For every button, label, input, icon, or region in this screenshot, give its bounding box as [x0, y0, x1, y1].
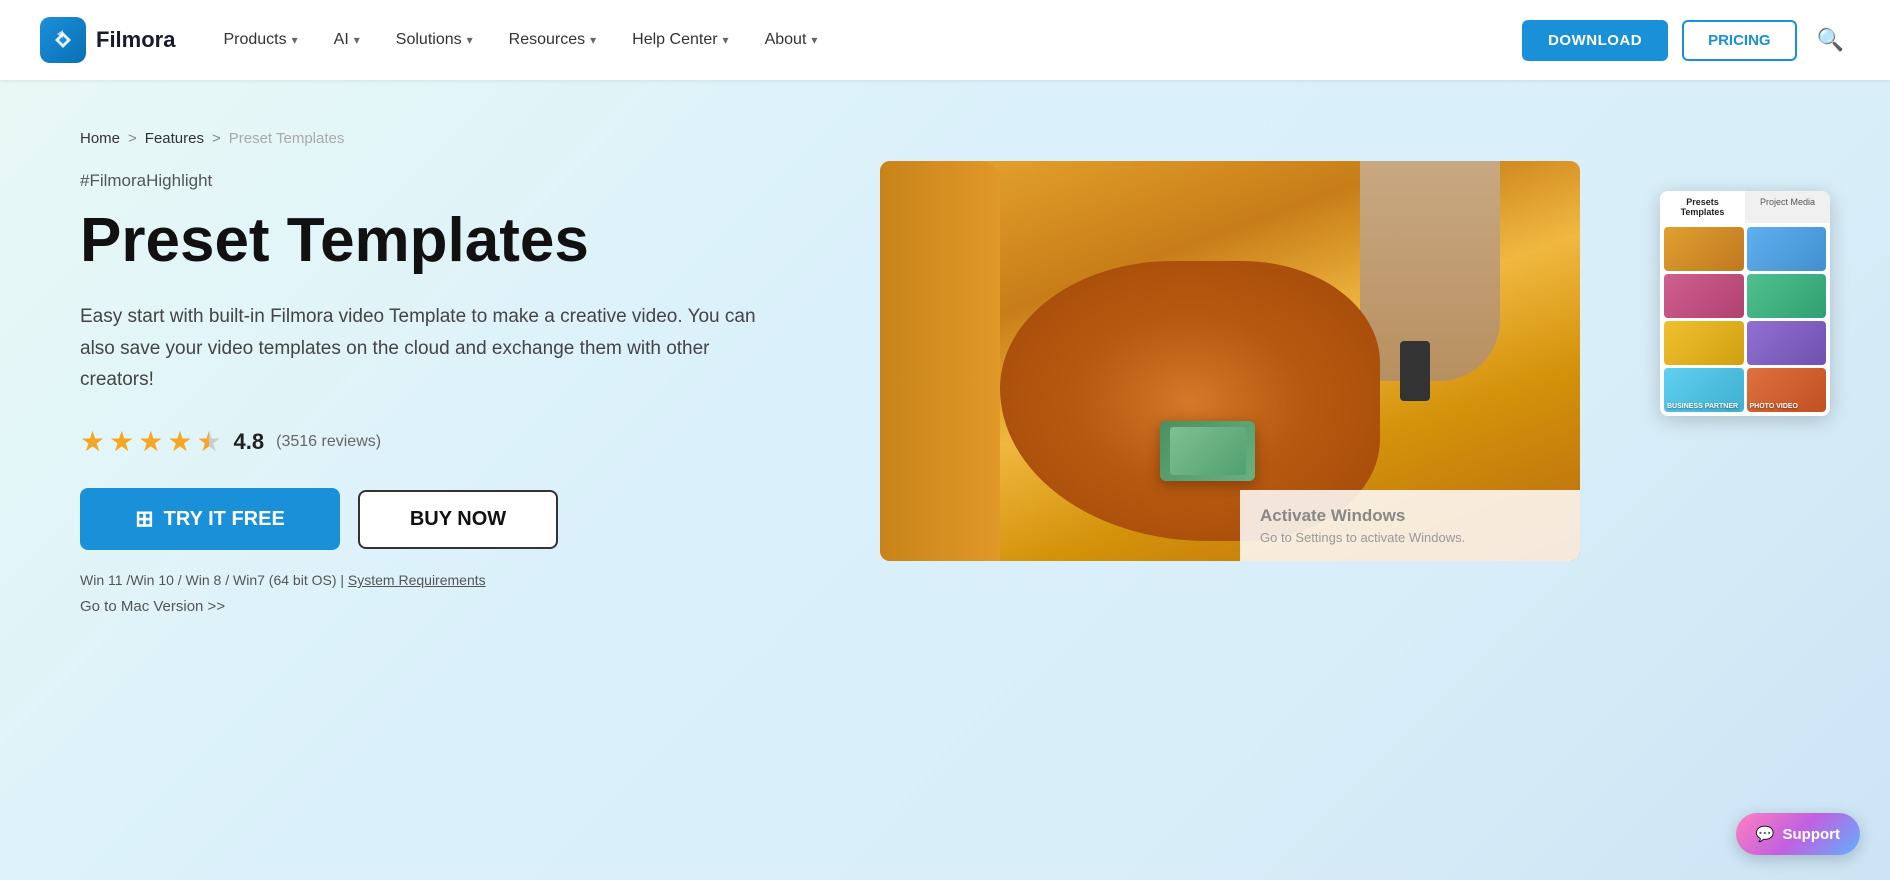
- support-chat-button[interactable]: 💬 Support: [1736, 813, 1860, 855]
- search-button[interactable]: 🔍: [1811, 21, 1850, 59]
- header: Filmora Products ▾ AI ▾ Solutions ▾ Reso…: [0, 0, 1890, 80]
- cell-8-label: PHOTO VIDEO: [1750, 403, 1799, 410]
- chevron-down-icon: ▾: [590, 33, 596, 47]
- logo-icon: [40, 17, 86, 63]
- panel-cell-3[interactable]: [1664, 274, 1744, 318]
- panel-tab-presets[interactable]: Presets Templates: [1660, 191, 1745, 223]
- buy-now-button[interactable]: BUY NOW: [358, 490, 558, 549]
- panel-cell-5[interactable]: [1664, 321, 1744, 365]
- activate-windows-overlay: Activate Windows Go to Settings to activ…: [1240, 490, 1580, 561]
- hero-image: Activate Windows Go to Settings to activ…: [880, 161, 1580, 561]
- rating-count: (3516 reviews): [276, 433, 381, 451]
- rating-score: 4.8: [234, 429, 265, 455]
- cell-7-label: BUSINESS PARTNER: [1667, 403, 1738, 410]
- nav-products-label: Products: [223, 31, 286, 49]
- ui-panel-tabs: Presets Templates Project Media: [1660, 191, 1830, 223]
- hero-content: #FilmoraHighlight Preset Templates Easy …: [80, 161, 1810, 615]
- thumbnail-inner: [1170, 427, 1246, 475]
- panel-cell-2[interactable]: [1747, 227, 1827, 271]
- main-nav: Products ▾ AI ▾ Solutions ▾ Resources ▾ …: [205, 0, 1522, 80]
- logo-area[interactable]: Filmora: [40, 17, 175, 63]
- panel-cell-8[interactable]: PHOTO VIDEO: [1747, 368, 1827, 412]
- hero-section: Home > Features > Preset Templates #Film…: [0, 80, 1890, 880]
- support-chat-icon: 💬: [1756, 825, 1775, 843]
- hero-hashtag: #FilmoraHighlight: [80, 171, 820, 191]
- nav-resources-label: Resources: [509, 31, 585, 49]
- nav-help-center-label: Help Center: [632, 31, 717, 49]
- breadcrumb: Home > Features > Preset Templates: [80, 130, 1810, 147]
- nav-ai-label: AI: [334, 31, 349, 49]
- panel-grid: BUSINESS PARTNER PHOTO VIDEO: [1660, 223, 1830, 416]
- star-half: ★: [196, 425, 221, 458]
- breadcrumb-features[interactable]: Features: [145, 130, 204, 147]
- activate-windows-subtitle: Go to Settings to activate Windows.: [1260, 530, 1560, 545]
- windows-icon: ⊞: [135, 506, 153, 532]
- chevron-down-icon: ▾: [723, 33, 729, 47]
- person-arm-decoration: [1360, 161, 1500, 381]
- hero-right: Activate Windows Go to Settings to activ…: [880, 161, 1810, 581]
- system-requirements-link[interactable]: System Requirements: [348, 572, 486, 588]
- nav-products[interactable]: Products ▾: [205, 0, 315, 80]
- hero-left: #FilmoraHighlight Preset Templates Easy …: [80, 161, 820, 615]
- support-chat-label: Support: [1783, 826, 1841, 843]
- hero-description: Easy start with built-in Filmora video T…: [80, 301, 760, 395]
- hero-title: Preset Templates: [80, 207, 820, 275]
- star-4: ★: [167, 425, 192, 458]
- mac-version-link[interactable]: Go to Mac Version >>: [80, 598, 820, 615]
- star-2: ★: [109, 425, 134, 458]
- nav-resources[interactable]: Resources ▾: [491, 0, 615, 80]
- star-1: ★: [80, 425, 105, 458]
- nav-help-center[interactable]: Help Center ▾: [614, 0, 746, 80]
- chevron-down-icon: ▾: [354, 33, 360, 47]
- nav-about[interactable]: About ▾: [747, 0, 836, 80]
- logo-text: Filmora: [96, 27, 175, 53]
- sofa-decoration: [880, 161, 1000, 561]
- breadcrumb-current: Preset Templates: [229, 130, 345, 147]
- breadcrumb-sep: >: [128, 130, 137, 147]
- header-actions: DOWNLOAD PRICING 🔍: [1522, 20, 1850, 61]
- search-icon: 🔍: [1817, 27, 1844, 52]
- nav-about-label: About: [765, 31, 807, 49]
- cta-row: ⊞ TRY IT FREE BUY NOW: [80, 488, 820, 550]
- try-free-label: TRY IT FREE: [164, 508, 285, 531]
- star-3: ★: [138, 425, 163, 458]
- system-requirements-text: Win 11 /Win 10 / Win 8 / Win7 (64 bit OS…: [80, 572, 820, 588]
- nav-solutions-label: Solutions: [396, 31, 462, 49]
- chevron-down-icon: ▾: [811, 33, 817, 47]
- ui-panel-overlay: Presets Templates Project Media: [1660, 191, 1830, 416]
- pricing-button[interactable]: PRICING: [1682, 20, 1797, 61]
- breadcrumb-home[interactable]: Home: [80, 130, 120, 147]
- sys-req-label: Win 11 /Win 10 / Win 8 / Win7 (64 bit OS…: [80, 572, 344, 588]
- star-rating: ★ ★ ★ ★ ★: [80, 425, 222, 458]
- panel-tab-media[interactable]: Project Media: [1745, 191, 1830, 223]
- chevron-down-icon: ▾: [467, 33, 473, 47]
- download-button[interactable]: DOWNLOAD: [1522, 20, 1668, 61]
- try-free-button[interactable]: ⊞ TRY IT FREE: [80, 488, 340, 550]
- nav-solutions[interactable]: Solutions ▾: [378, 0, 491, 80]
- activate-windows-title: Activate Windows: [1260, 506, 1560, 526]
- panel-cell-4[interactable]: [1747, 274, 1827, 318]
- panel-cell-7[interactable]: BUSINESS PARTNER: [1664, 368, 1744, 412]
- panel-cell-1[interactable]: [1664, 227, 1744, 271]
- nav-ai[interactable]: AI ▾: [316, 0, 378, 80]
- rating-row: ★ ★ ★ ★ ★ 4.8 (3516 reviews): [80, 425, 820, 458]
- brush-decoration: [1400, 341, 1430, 401]
- panel-cell-6[interactable]: [1747, 321, 1827, 365]
- floating-thumbnail: [1160, 421, 1255, 481]
- chevron-down-icon: ▾: [292, 33, 298, 47]
- breadcrumb-sep2: >: [212, 130, 221, 147]
